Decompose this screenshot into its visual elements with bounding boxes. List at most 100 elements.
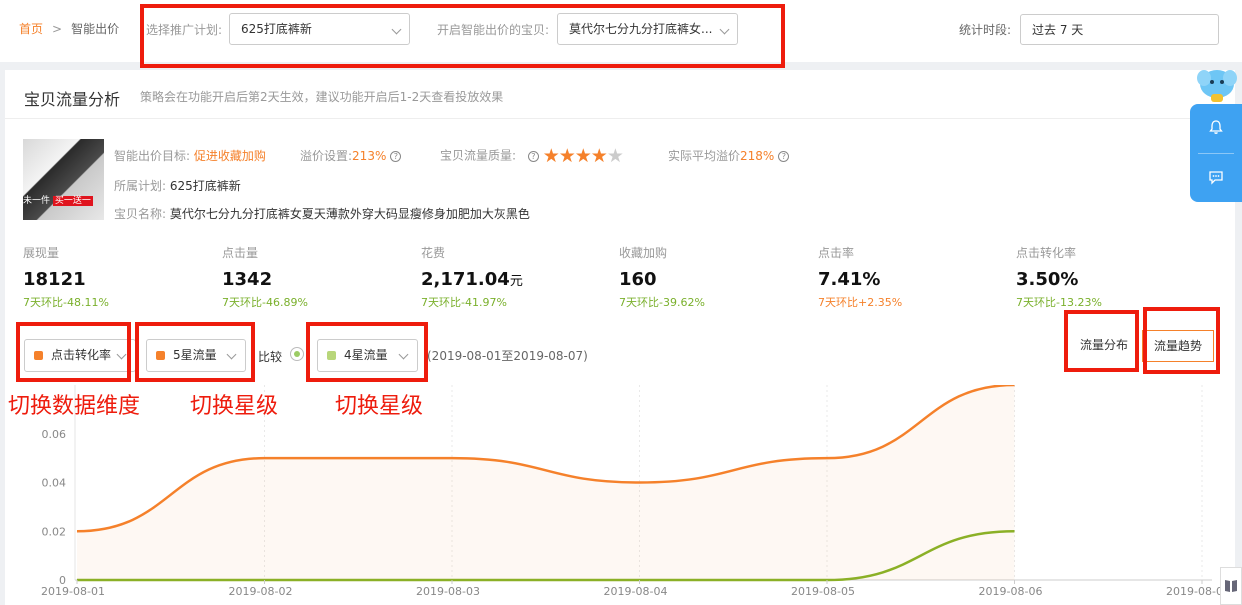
x-tick-label: 2019-08-04	[604, 585, 668, 598]
breadcrumb: 首页 > 智能出价	[19, 20, 119, 37]
plan-select-value: 625打底裤新	[241, 22, 312, 36]
quality-info: 宝贝流量质量: ? ★★★★★	[440, 145, 624, 167]
series-color-dot	[34, 351, 43, 360]
premium-info: 溢价设置:213%?	[300, 147, 402, 164]
metric-unit: 元	[509, 274, 523, 289]
x-tick-label: 2019-08-03	[416, 585, 480, 598]
metric-number: 2,171.04	[421, 269, 510, 290]
book-icon[interactable]	[1220, 567, 1242, 605]
product-plan-value: 625打底裤新	[169, 179, 241, 193]
premium-label: 溢价设置:	[300, 149, 353, 163]
help-icon[interactable]: ?	[527, 150, 539, 162]
star-level-dropdown-a[interactable]: 5星流量	[146, 339, 246, 372]
x-tick-label: 2019-08-01	[41, 585, 105, 598]
metric-label: 点击转化率	[1016, 246, 1077, 260]
metric-number: 18121	[23, 269, 86, 290]
item-select[interactable]: 莫代尔七分九分打底裤女...	[557, 13, 738, 45]
chevron-down-icon	[116, 349, 127, 360]
metric-change: 7天环比-48.11%	[23, 296, 109, 309]
chevron-down-icon	[391, 24, 402, 35]
metric-change: 7天环比-46.89%	[222, 296, 308, 309]
metric-spend: 花费 2,171.04元 7天环比-41.97%	[421, 244, 611, 310]
metric-number: 160	[619, 269, 657, 290]
dimension-dropdown[interactable]: 点击转化率	[24, 339, 136, 372]
metric-number: 7.41%	[818, 269, 881, 290]
section-title: 宝贝流量分析	[24, 90, 121, 109]
metric-ctr: 点击率 7.41% 7天环比+2.35%	[818, 244, 1008, 310]
metric-impressions: 展现量 18121 7天环比-48.11%	[23, 244, 213, 310]
plan-select[interactable]: 625打底裤新	[229, 13, 410, 45]
product-thumbnail[interactable]: 未一件 买一送一	[23, 139, 104, 220]
annotation-switch-star-b: 切换星级	[335, 394, 424, 419]
period-select[interactable]: 过去 7 天	[1020, 14, 1219, 45]
metric-favorites: 收藏加购 160 7天环比-39.62%	[619, 244, 809, 310]
x-tick-label: 2019-08-02	[229, 585, 293, 598]
metric-change: 7天环比-41.97%	[421, 296, 507, 309]
metric-change: 7天环比+2.35%	[818, 296, 903, 309]
star-level-b-value: 4星流量	[344, 348, 388, 362]
metric-number: 1342	[222, 269, 273, 290]
metric-value: 3.50%	[1016, 269, 1206, 290]
product-name-value: 莫代尔七分九分打底裤女夏天薄款外穿大码显瘦修身加肥加大灰黑色	[169, 207, 530, 221]
metric-change: 7天环比-39.62%	[619, 296, 705, 309]
product-name-label: 宝贝名称:	[114, 207, 167, 221]
goal-value: 促进收藏加购	[193, 149, 266, 163]
chat-icon[interactable]	[1208, 169, 1224, 185]
series-color-dot	[156, 351, 165, 360]
section-subtitle: 策略会在功能开启后第2天生效，建议功能开启后1-2天查看投放效果	[140, 90, 504, 104]
period-select-label: 统计时段:	[959, 23, 1012, 37]
chevron-down-icon	[398, 349, 409, 360]
item-select-label: 开启智能出价的宝贝:	[437, 23, 550, 37]
metric-number: 3.50%	[1016, 269, 1079, 290]
plan-info: 所属计划: 625打底裤新	[114, 177, 241, 194]
trend-line-chart: 00.020.040.06 2019-08-01 2019-08-02 2019-0…	[41, 385, 1230, 598]
goal-label: 智能出价目标:	[114, 149, 191, 163]
avg-premium-value: 218%	[740, 149, 775, 163]
metric-value: 2,171.04元	[421, 269, 611, 290]
y-tick-label: 0.04	[42, 477, 67, 490]
metric-value: 1342	[222, 269, 412, 290]
quality-star-rating: ★★★★★	[542, 145, 624, 167]
quality-label: 宝贝流量质量:	[440, 148, 517, 163]
mascot-icon[interactable]	[1196, 66, 1238, 106]
section-divider	[5, 118, 1235, 119]
star-level-dropdown-b[interactable]: 4星流量	[317, 339, 418, 372]
annotation-switch-star-a: 切换星级	[190, 394, 279, 419]
traffic-distribution-button[interactable]: 流量分布	[1073, 330, 1135, 362]
side-tool-panel	[1190, 104, 1242, 202]
breadcrumb-current: 智能出价	[71, 22, 120, 36]
goal-info: 智能出价目标: 促进收藏加购	[114, 147, 266, 164]
metric-label: 收藏加购	[619, 246, 668, 260]
traffic-trend-button[interactable]: 流量趋势	[1142, 330, 1214, 362]
chart-y-axis: 00.020.040.06	[42, 428, 67, 587]
item-select-value: 莫代尔七分九分打底裤女...	[569, 22, 713, 36]
compare-radio[interactable]	[290, 347, 304, 361]
annotation-switch-dimension: 切换数据维度	[8, 394, 141, 419]
metric-clicks: 点击量 1342 7天环比-46.89%	[222, 244, 412, 310]
help-icon[interactable]: ?	[390, 151, 402, 162]
help-icon[interactable]: ?	[778, 151, 790, 162]
x-tick-label: 2019-08-06	[979, 585, 1043, 598]
breadcrumb-separator: >	[52, 22, 63, 36]
breadcrumb-home-link[interactable]: 首页	[19, 22, 43, 36]
product-thumbnail-badge: 未一件 买一送一	[23, 193, 93, 206]
period-select-value: 过去 7 天	[1032, 23, 1084, 37]
thumbnail-badge-left: 未一件	[23, 196, 51, 206]
avg-premium-info: 实际平均溢价218%?	[668, 147, 790, 164]
side-panel-divider	[1198, 153, 1234, 154]
chart-x-axis: 2019-08-01 2019-08-02 2019-08-03 2019-08-04…	[41, 580, 1230, 598]
series-color-dot	[327, 351, 336, 360]
metric-value: 160	[619, 269, 809, 290]
thumbnail-badge-right: 买一送一	[52, 196, 93, 206]
product-plan-label: 所属计划:	[114, 179, 167, 193]
x-tick-label: 2019-08-05	[791, 585, 855, 598]
metric-label: 花费	[421, 246, 446, 260]
bell-icon[interactable]	[1208, 119, 1224, 135]
premium-value: 213%	[352, 149, 387, 163]
plan-select-label: 选择推广计划:	[146, 23, 223, 37]
metric-value: 18121	[23, 269, 213, 290]
y-tick-label: 0.06	[42, 428, 67, 441]
date-range-text: (2019-08-01至2019-08-07)	[427, 349, 588, 363]
avg-premium-label: 实际平均溢价	[668, 149, 741, 163]
dimension-dropdown-value: 点击转化率	[51, 348, 112, 362]
